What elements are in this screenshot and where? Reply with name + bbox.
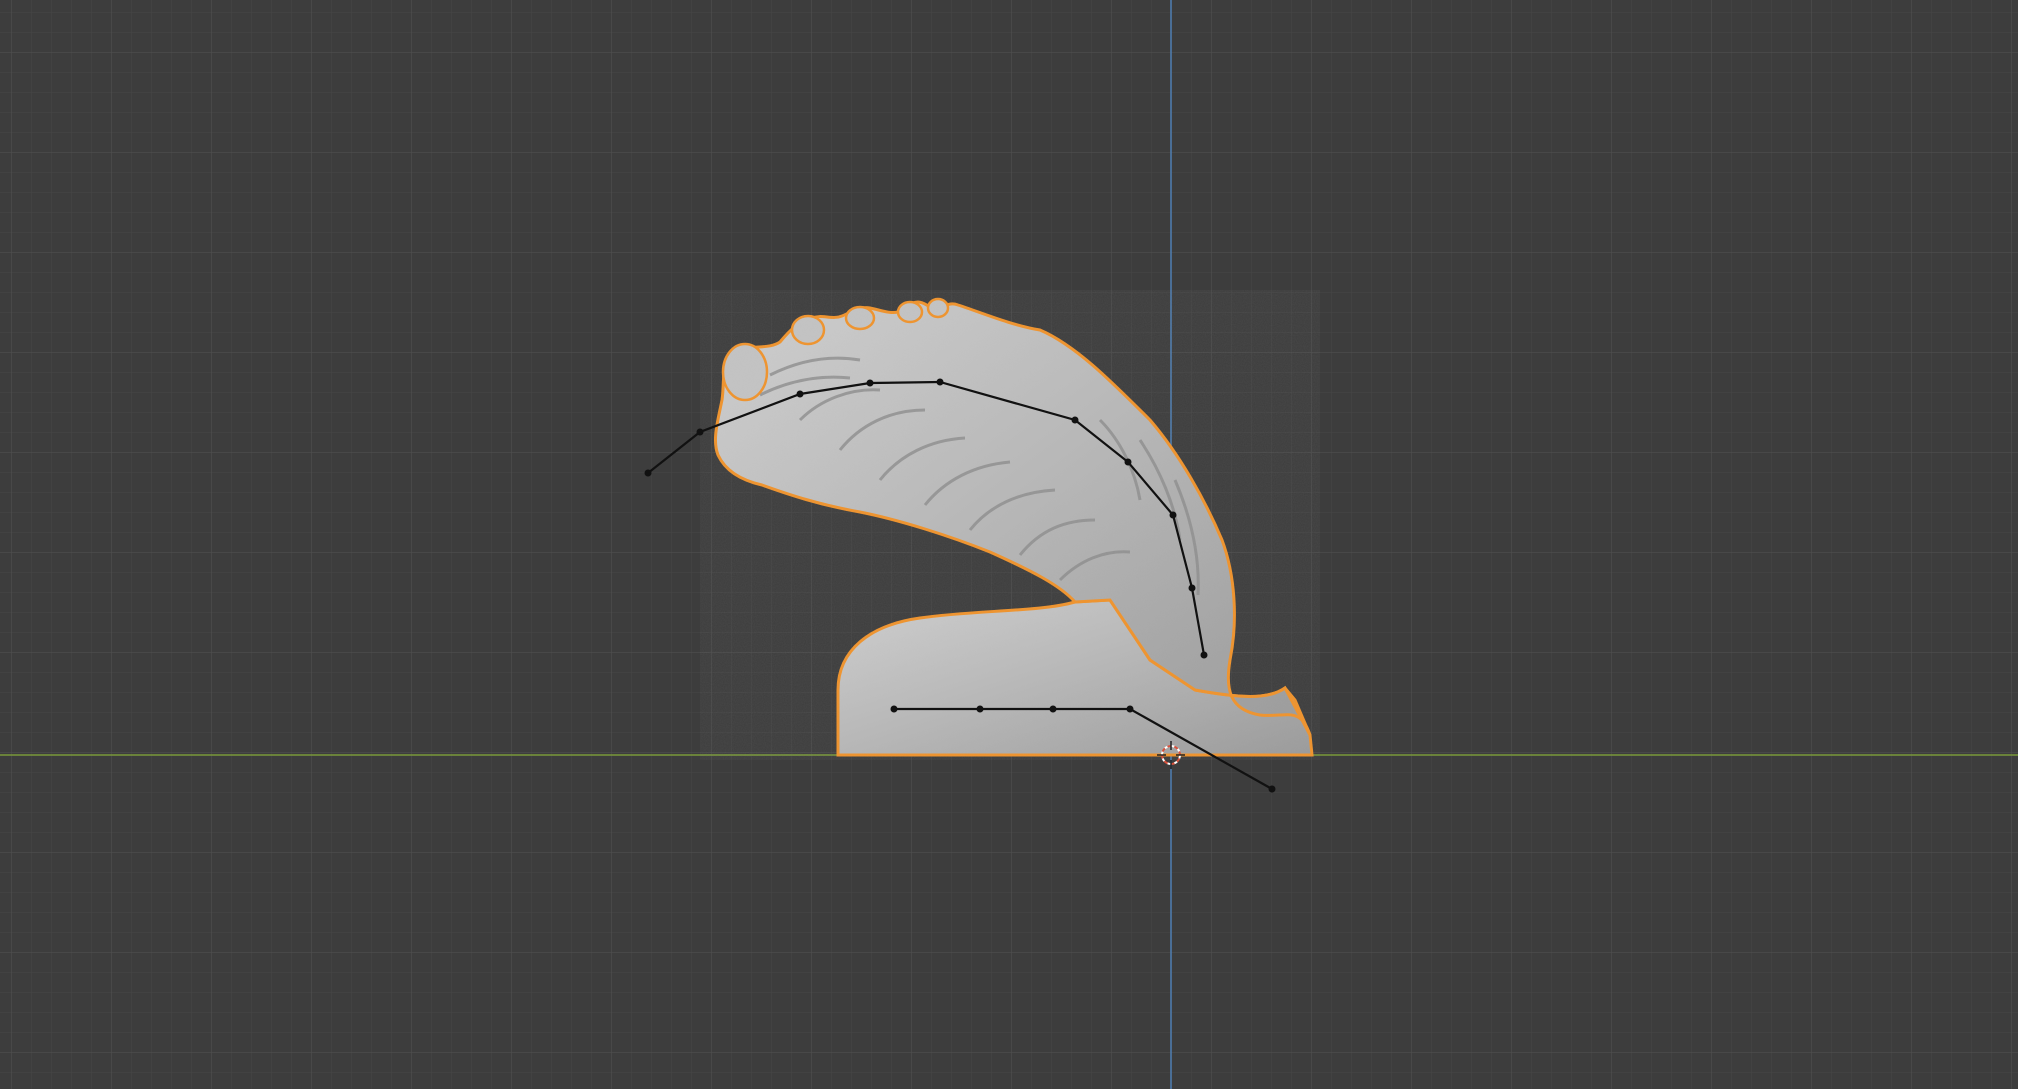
3d-viewport[interactable]	[0, 0, 2018, 1089]
mesh-texture-overlay	[700, 290, 1320, 760]
sculpted-tail-mesh[interactable]	[700, 290, 1320, 760]
viewport-canvas[interactable]	[0, 0, 2018, 1089]
